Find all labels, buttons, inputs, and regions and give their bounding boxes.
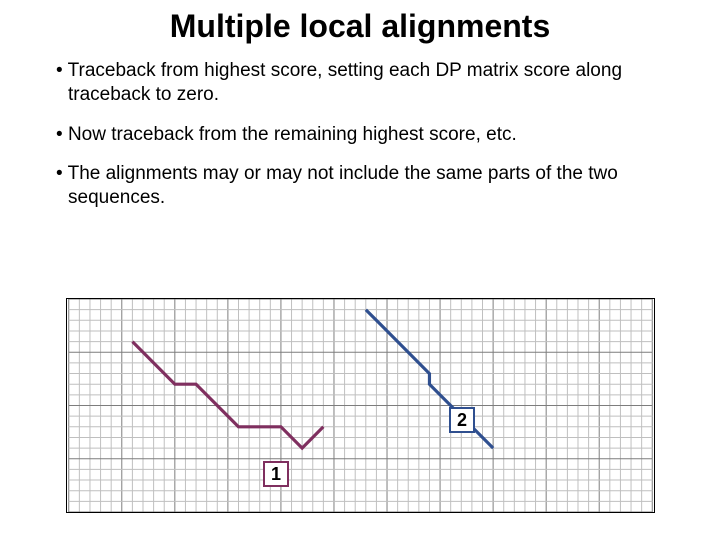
alignment-grid: 1 2 (66, 298, 655, 513)
bullet-item: • Now traceback from the remaining highe… (56, 123, 664, 147)
alignment-label-2: 2 (449, 407, 475, 433)
bullet-item: • Traceback from highest score, setting … (56, 59, 664, 107)
bullet-dot-icon: • (56, 124, 68, 145)
bullet-text: Now traceback from the remaining highest… (68, 124, 517, 145)
slide-title: Multiple local alignments (0, 0, 720, 59)
grid-svg (67, 299, 654, 512)
bullet-dot-icon: • (56, 163, 68, 184)
bullet-text: Traceback from highest score, setting ea… (68, 60, 622, 105)
alignment-label-1: 1 (263, 461, 289, 487)
bullet-list: • Traceback from highest score, setting … (0, 59, 720, 210)
bullet-text: The alignments may or may not include th… (68, 163, 618, 208)
bullet-dot-icon: • (56, 60, 68, 81)
bullet-item: • The alignments may or may not include … (56, 162, 664, 210)
